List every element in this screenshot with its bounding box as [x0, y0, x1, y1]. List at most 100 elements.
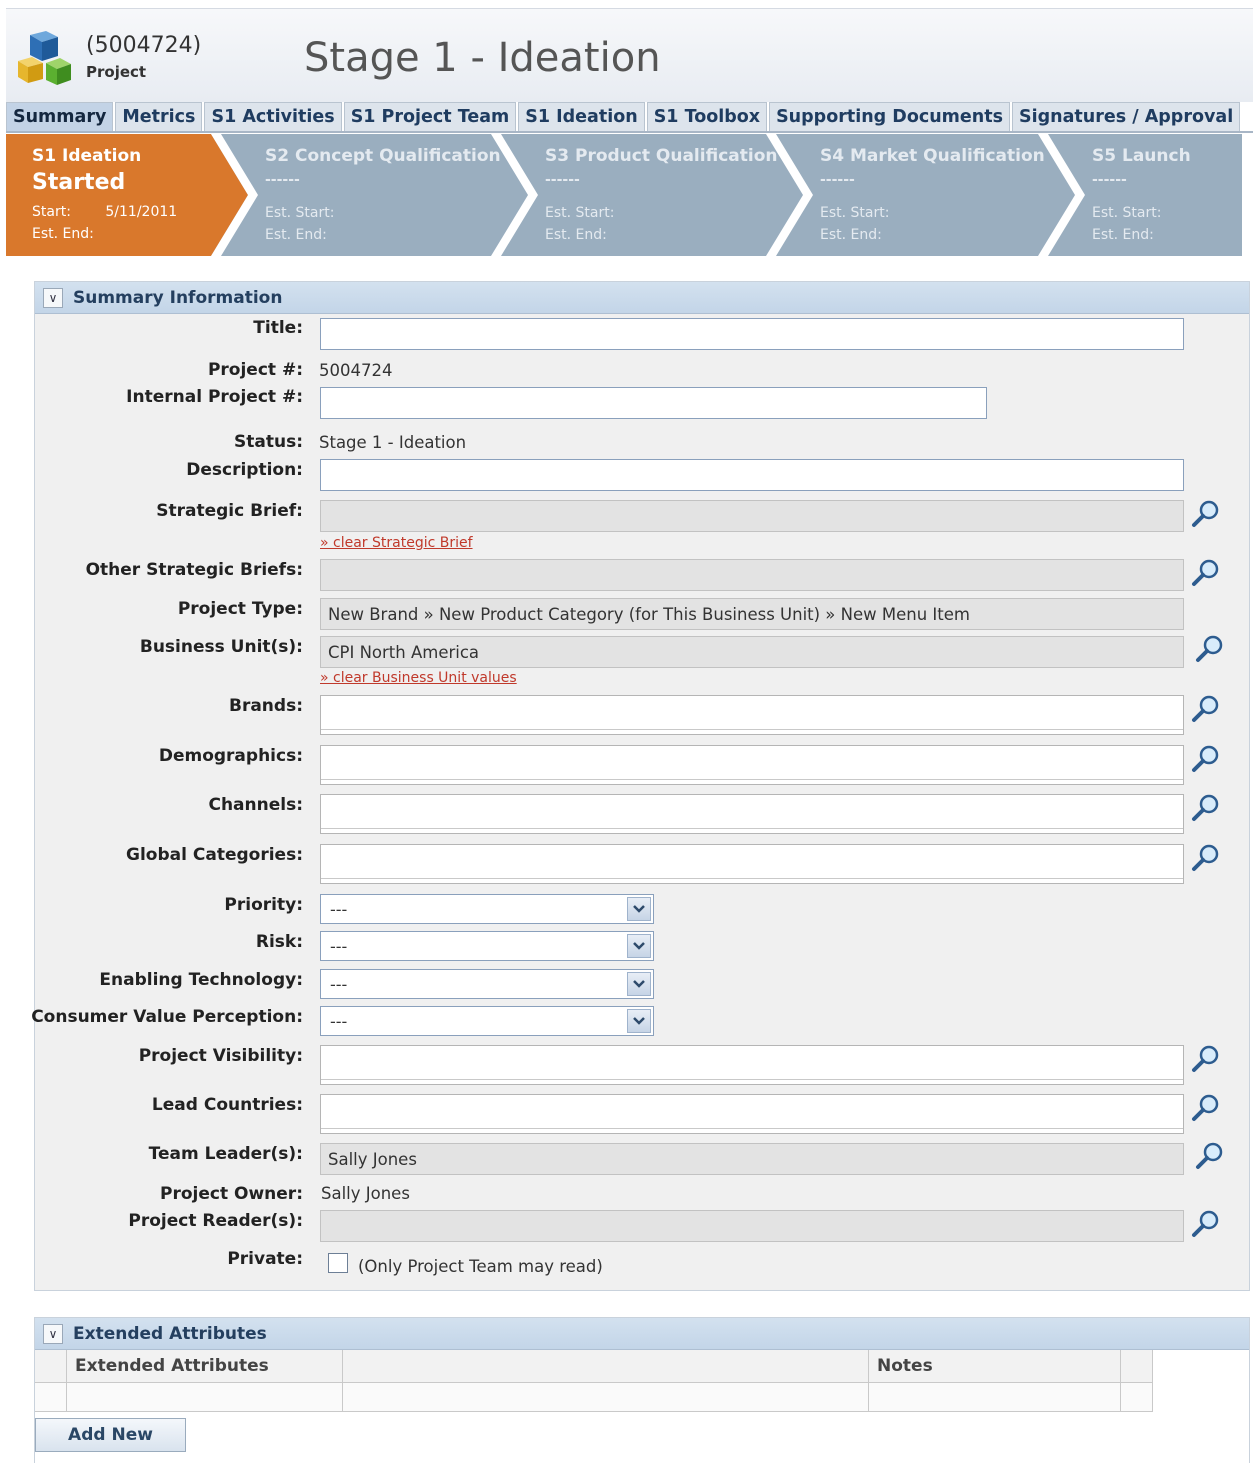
summary-panel: ∨ Summary Information Title: Project #: …	[31, 281, 1250, 1291]
project-owner-label: Project Owner:	[160, 1184, 303, 1204]
stage-status: ------	[1092, 172, 1127, 188]
extended-panel-header: ∨ Extended Attributes	[35, 1318, 1249, 1350]
column-header-extended-attributes[interactable]: Extended Attributes	[67, 1350, 343, 1383]
search-icon[interactable]	[1191, 1093, 1221, 1123]
table-cell	[869, 1383, 1121, 1412]
search-icon[interactable]	[1191, 499, 1221, 529]
stage-start-label: Est. Start:	[265, 205, 335, 221]
stage-s2[interactable]: S2 Concept Qualification ------ Est. Sta…	[265, 146, 501, 246]
search-icon[interactable]	[1191, 744, 1221, 774]
stage-s5[interactable]: S5 Launch ------ Est. Start: Est. End:	[1092, 146, 1191, 246]
strategic-brief-field	[320, 500, 1184, 532]
chevron-down-icon[interactable]	[627, 972, 651, 996]
channels-label: Channels:	[208, 795, 303, 815]
stage-status: ------	[820, 172, 855, 188]
add-new-button[interactable]: Add New	[35, 1418, 186, 1452]
table-header-cell	[1121, 1350, 1153, 1383]
stage-end-label: Est. End:	[545, 227, 607, 243]
chevron-down-icon[interactable]	[627, 897, 651, 921]
search-icon[interactable]	[1191, 694, 1221, 724]
search-icon[interactable]	[1191, 1044, 1221, 1074]
stage-name: S3 Product Qualification	[545, 146, 778, 166]
stage-name: S4 Market Qualification	[820, 146, 1045, 166]
tab-bar: Summary Metrics S1 Activities S1 Project…	[6, 102, 1241, 132]
other-strategic-briefs-field	[320, 559, 1184, 591]
global-categories-field[interactable]	[320, 844, 1184, 884]
search-icon[interactable]	[1191, 843, 1221, 873]
tab-s1-project-team[interactable]: S1 Project Team	[343, 102, 517, 132]
stage-start-label: Est. Start:	[820, 205, 890, 221]
demographics-field[interactable]	[320, 745, 1184, 785]
internal-project-num-input[interactable]	[320, 387, 987, 419]
tab-supporting-documents[interactable]: Supporting Documents	[769, 102, 1011, 132]
global-categories-label: Global Categories:	[126, 845, 303, 865]
project-num-value: 5004724	[319, 361, 393, 380]
lead-countries-label: Lead Countries:	[151, 1095, 303, 1115]
project-visibility-field[interactable]	[320, 1045, 1184, 1085]
search-icon[interactable]	[1191, 793, 1221, 823]
collapse-toggle-icon[interactable]: ∨	[43, 287, 63, 308]
search-icon[interactable]	[1195, 634, 1225, 664]
consumer-value-perception-select[interactable]: ---	[320, 1006, 654, 1036]
tab-summary[interactable]: Summary	[6, 102, 114, 132]
enabling-technology-select[interactable]: ---	[320, 969, 654, 999]
description-label: Description:	[186, 460, 303, 480]
stage-status: ------	[545, 172, 580, 188]
stage-status: Started	[32, 170, 126, 195]
brands-label: Brands:	[228, 696, 303, 716]
column-header-notes[interactable]: Notes	[869, 1350, 1121, 1383]
stage-start-label: Start:	[32, 204, 71, 220]
priority-select[interactable]: ---	[320, 894, 654, 924]
collapse-toggle-icon[interactable]: ∨	[43, 1323, 63, 1344]
title-input[interactable]	[320, 318, 1184, 350]
private-label: Private:	[227, 1249, 303, 1269]
stage-name: S1 Ideation	[32, 146, 142, 166]
priority-label: Priority:	[224, 895, 303, 915]
stage-end-label: Est. End:	[820, 227, 882, 243]
risk-select[interactable]: ---	[320, 931, 654, 961]
consumer-value-perception-label: Consumer Value Perception:	[31, 1007, 303, 1027]
channels-field[interactable]	[320, 794, 1184, 834]
stage-end-label: Est. End:	[1092, 227, 1154, 243]
strategic-brief-label: Strategic Brief:	[156, 501, 303, 521]
enabling-technology-label: Enabling Technology:	[99, 970, 303, 990]
table-cell	[1121, 1383, 1153, 1412]
stage-s4[interactable]: S4 Market Qualification ------ Est. Star…	[820, 146, 1045, 246]
project-readers-label: Project Reader(s):	[128, 1211, 303, 1231]
project-type-field: New Brand » New Product Category (for Th…	[320, 598, 1184, 630]
search-icon[interactable]	[1191, 558, 1221, 588]
tab-s1-activities[interactable]: S1 Activities	[204, 102, 342, 132]
private-note: (Only Project Team may read)	[358, 1257, 603, 1276]
clear-strategic-brief-link[interactable]: » clear Strategic Brief	[320, 535, 473, 551]
risk-label: Risk:	[255, 932, 303, 952]
project-readers-field	[320, 1210, 1184, 1242]
chevron-down-icon[interactable]	[627, 934, 651, 958]
team-leaders-label: Team Leader(s):	[148, 1144, 303, 1164]
column-header-value[interactable]	[343, 1350, 869, 1383]
stage-s1[interactable]: S1 Ideation Started Start: 5/11/2011 Est…	[32, 146, 177, 245]
status-label: Status:	[234, 432, 303, 452]
internal-project-num-label: Internal Project #:	[126, 387, 303, 407]
search-icon[interactable]	[1195, 1141, 1225, 1171]
table-header-cell	[35, 1350, 67, 1383]
private-checkbox[interactable]	[328, 1253, 348, 1273]
other-strategic-briefs-label: Other Strategic Briefs:	[85, 560, 303, 580]
page-title: Stage 1 - Ideation	[304, 35, 661, 81]
stage-s3[interactable]: S3 Product Qualification ------ Est. Sta…	[545, 146, 777, 246]
project-type-label: Project Type:	[177, 599, 303, 619]
demographics-label: Demographics:	[158, 746, 303, 766]
project-owner-value: Sally Jones	[321, 1184, 410, 1203]
brands-field[interactable]	[320, 695, 1184, 735]
chevron-down-icon[interactable]	[627, 1009, 651, 1033]
stage-progress-bar: S1 Ideation Started Start: 5/11/2011 Est…	[6, 134, 1250, 256]
tab-s1-toolbox[interactable]: S1 Toolbox	[646, 102, 768, 132]
tab-metrics[interactable]: Metrics	[115, 102, 203, 132]
description-input[interactable]	[320, 459, 1184, 491]
lead-countries-field[interactable]	[320, 1094, 1184, 1134]
tab-signatures-approval[interactable]: Signatures / Approval	[1012, 102, 1241, 132]
clear-business-unit-link[interactable]: » clear Business Unit values	[320, 670, 517, 686]
search-icon[interactable]	[1191, 1209, 1221, 1239]
tab-s1-ideation[interactable]: S1 Ideation	[518, 102, 645, 132]
cubes-icon	[18, 31, 71, 85]
project-num-label: Project #:	[207, 360, 303, 380]
